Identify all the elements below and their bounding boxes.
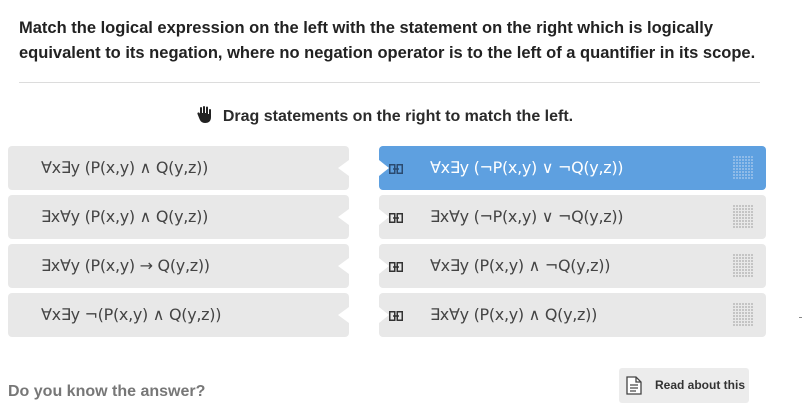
left-expression-box: ∀x∃y (P(x,y) ∧ Q(y,z)) [8, 146, 349, 190]
left-expression: ∀x∃y ¬(P(x,y) ∧ Q(y,z)) [41, 305, 222, 324]
notch [379, 160, 389, 176]
pointer-arrow [338, 258, 349, 274]
right-statement-draggable[interactable]: ∃x∀y (¬P(x,y) ∨ ¬Q(y,z)) [379, 195, 766, 239]
left-expression-box: ∃x∀y (P(x,y) ∧ Q(y,z)) [8, 195, 349, 239]
right-statement-draggable[interactable]: ∀x∃y (¬P(x,y) ∨ ¬Q(y,z)) [379, 146, 766, 190]
right-expression: ∃x∀y (¬P(x,y) ∨ ¬Q(y,z)) [430, 207, 624, 226]
pointer-arrow [338, 307, 349, 323]
hand-icon [197, 106, 213, 129]
drag-grip-icon[interactable] [733, 303, 753, 332]
question-text: Match the logical expression on the left… [19, 19, 756, 62]
read-about-this-button[interactable]: Read about this [619, 368, 749, 403]
right-statement-draggable[interactable]: ∀x∃y (P(x,y) ∧ ¬Q(y,z)) [379, 244, 766, 288]
pointer-arrow [338, 209, 349, 225]
document-icon [626, 376, 642, 400]
drag-grip-icon[interactable] [733, 156, 753, 185]
right-statement-draggable[interactable]: ∃x∀y (P(x,y) ∧ Q(y,z)) [379, 293, 766, 337]
right-expression: ∀x∃y (¬P(x,y) ∨ ¬Q(y,z)) [430, 158, 624, 177]
instruction-label: Drag statements on the right to match th… [222, 108, 574, 125]
match-row: ∃x∀y (P(x,y) ∧ Q(y,z)) ∃x∀y (¬P(x,y) ∨ ¬… [0, 195, 802, 239]
read-about-this-label: Read about this [655, 378, 746, 392]
match-row: ∀x∃y ¬(P(x,y) ∧ Q(y,z)) ∃x∀y (P(x,y) ∧ Q… [0, 293, 802, 337]
left-expression-box: ∃x∀y (P(x,y) → Q(y,z)) [8, 244, 349, 288]
right-expression: ∃x∀y (P(x,y) ∧ Q(y,z)) [430, 305, 598, 324]
left-expression: ∃x∀y (P(x,y) → Q(y,z)) [41, 256, 210, 275]
link-icon [389, 210, 403, 228]
right-expression: ∀x∃y (P(x,y) ∧ ¬Q(y,z)) [430, 256, 611, 275]
instruction: Drag statements on the right to match th… [0, 106, 770, 129]
divider [19, 82, 760, 83]
notch [379, 307, 389, 323]
left-expression-box: ∀x∃y ¬(P(x,y) ∧ Q(y,z)) [8, 293, 349, 337]
answer-prompt: Do you know the answer? [8, 383, 206, 400]
link-icon [389, 259, 403, 277]
notch [379, 209, 389, 225]
link-icon [389, 308, 403, 326]
notch [379, 258, 389, 274]
left-expression: ∀x∃y (P(x,y) ∧ Q(y,z)) [41, 158, 209, 177]
drag-grip-icon[interactable] [733, 205, 753, 234]
link-icon [389, 161, 403, 179]
match-row: ∃x∀y (P(x,y) → Q(y,z)) ∀x∃y (P(x,y) ∧ ¬Q… [0, 244, 802, 288]
match-row: ∀x∃y (P(x,y) ∧ Q(y,z)) ∀x∃y (¬P(x,y) ∨ ¬… [0, 146, 802, 190]
pointer-arrow [338, 160, 349, 176]
drag-grip-icon[interactable] [733, 254, 753, 283]
left-expression: ∃x∀y (P(x,y) ∧ Q(y,z)) [41, 207, 209, 226]
